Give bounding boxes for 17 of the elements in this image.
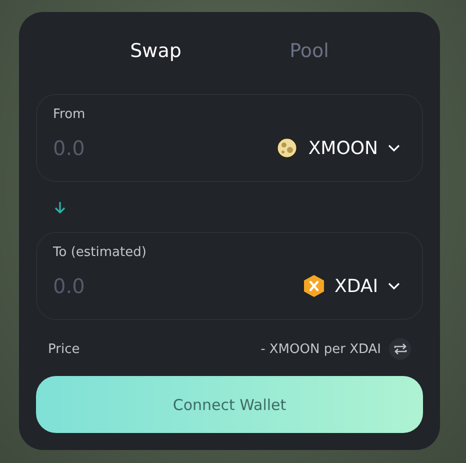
hexagon-token-icon — [302, 274, 324, 298]
chevron-down-icon — [388, 282, 400, 290]
amount-input[interactable]: 0.0 — [53, 274, 173, 298]
invert-price-button[interactable] — [389, 338, 411, 360]
amount-input[interactable]: 0.0 — [53, 136, 173, 160]
panel-label: From — [53, 107, 86, 122]
chevron-down-icon — [388, 144, 400, 152]
token-selector[interactable]: XMOON — [276, 137, 406, 159]
price-value: - XMOON per XDAI — [260, 342, 381, 356]
tab[interactable]: Swap — [122, 38, 190, 64]
token-selector[interactable]: XDAI — [302, 274, 406, 298]
panel-label: To (estimated) — [53, 245, 146, 260]
moon-rock-icon — [276, 137, 298, 159]
connect-wallet-button[interactable]: Connect Wallet — [36, 376, 423, 433]
arrow-down-icon — [54, 200, 66, 214]
price-label: Price — [48, 342, 80, 356]
swap-arrows-icon — [394, 343, 406, 355]
